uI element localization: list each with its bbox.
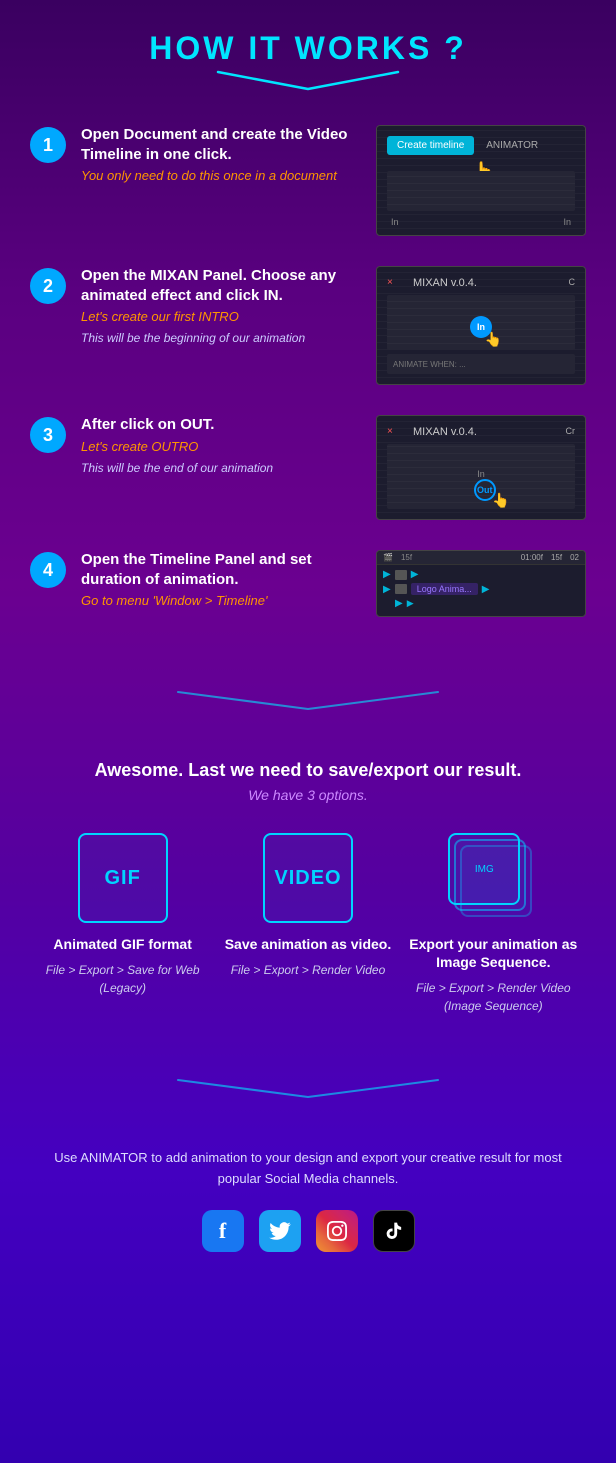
export-subtitle-text: We have 3 options. [30,787,586,803]
step-3-left: 3 After click on OUT. Let's create OUTRO… [30,415,361,476]
track-play-icon: ▶ [482,584,490,595]
gif-icon-text: GIF [104,867,140,890]
tiktok-icon[interactable] [373,1210,415,1252]
animator-btn-label[interactable]: ANIMATOR [480,136,544,155]
track-arrow-4: ▶ [395,598,403,609]
step-1: 1 Open Document and create the Video Tim… [30,125,586,236]
page-title: HOW IT WORKS ? [0,30,616,67]
step-1-number: 1 [30,127,66,163]
mixan-panel-title: MIXAN v.0.4. [397,273,493,293]
step-4-subtitle: Go to menu 'Window > Timeline' [81,593,361,608]
step-4-left: 4 Open the Timeline Panel and set durati… [30,550,361,614]
step-2-content: Open the MIXAN Panel. Choose any animate… [81,266,361,347]
step-4: 4 Open the Timeline Panel and set durati… [30,550,586,617]
step-3-title: After click on OUT. [81,415,361,435]
track-play-btn[interactable]: ▶ [407,598,414,609]
step-3-panel: × MIXAN v.0.4. Cr In Out 👆 [376,415,586,520]
instagram-icon[interactable] [316,1210,358,1252]
step-2-number: 2 [30,268,66,304]
video-icon-box: VIDEO [263,833,353,923]
video-option-path: File > Export > Render Video [231,961,386,979]
step-1-title: Open Document and create the Video Timel… [81,125,361,164]
in-label: In [477,469,485,479]
step-3-number: 3 [30,417,66,453]
step-4-content: Open the Timeline Panel and set duration… [81,550,361,614]
gif-option-title: Animated GIF format [53,935,191,953]
step-4-panel: 🎬 15f 01:00f 15f 02 ▶ ▶ ▶ Logo Ani [376,550,586,617]
timeline-track-row-1: ▶ ▶ [383,569,579,580]
step-2-desc: This will be the beginning of our animat… [81,330,361,347]
imgseq-icon-text: IMG [475,864,494,875]
export-options-container: GIF Animated GIF format File > Export > … [30,833,586,1015]
video-option-title: Save animation as video. [225,935,392,953]
step-3-desc: This will be the end of our animation [81,460,361,477]
footer-section: Use ANIMATOR to add animation to your de… [0,1128,616,1272]
track-label: Logo Anima... [411,583,478,595]
step-2-panel: × MIXAN v.0.4. C In 👆 ANIMATE WHEN: ... [376,266,586,385]
gif-option-path: File > Export > Save for Web (Legacy) [38,961,208,997]
bottom-divider [0,1055,616,1128]
bottom-chevron-icon [158,1075,458,1103]
timeline-track-area: ▶ ▶ ▶ Logo Anima... ▶ ▶ ▶ [377,565,585,616]
track-arrow-3: ▶ [383,584,391,595]
timeline-bar: 🎬 15f 01:00f 15f 02 [377,551,585,565]
export-option-video: VIDEO Save animation as video. File > Ex… [223,833,393,979]
step-4-title: Open the Timeline Panel and set duration… [81,550,361,589]
gif-icon-box: GIF [78,833,168,923]
step-3-subtitle: Let's create OUTRO [81,439,361,454]
track-icon-1 [395,570,407,580]
step-1-in-labels: InIn [383,215,579,229]
panel-close-icon-3[interactable]: × [387,426,393,437]
step-1-subtitle: You only need to do this once in a docum… [81,168,361,183]
export-section: Awesome. Last we need to save/export our… [0,740,616,1055]
export-option-imgseq: IMG Export your animation as Image Seque… [408,833,578,1015]
step-1-left: 1 Open Document and create the Video Tim… [30,125,361,189]
step-4-number: 4 [30,552,66,588]
social-icons-container: f [40,1210,576,1252]
timeline-track-row-2: ▶ Logo Anima... ▶ [383,583,579,595]
video-icon-text: VIDEO [274,867,341,890]
middle-divider [0,667,616,740]
track-icon-2 [395,584,407,594]
panel-close-icon[interactable]: × [387,277,393,288]
step-1-panel: Create timeline ANIMATOR 👆 InIn [376,125,586,236]
imgseq-option-path: File > Export > Render Video (Image Sequ… [408,979,578,1015]
imgseq-option-title: Export your animation as Image Sequence. [408,935,578,971]
header-section: HOW IT WORKS ? [0,0,616,105]
step-3: 3 After click on OUT. Let's create OUTRO… [30,415,586,520]
step-2: 2 Open the MIXAN Panel. Choose any anima… [30,266,586,385]
track-arrow-1: ▶ [383,569,391,580]
step-2-subtitle: Let's create our first INTRO [81,309,361,324]
track-arrow-2: ▶ [411,569,419,580]
steps-section: 1 Open Document and create the Video Tim… [0,105,616,667]
step-1-content: Open Document and create the Video Timel… [81,125,361,189]
mixan-panel-title-3: MIXAN v.0.4. [397,422,493,442]
mid-chevron-icon [158,687,458,715]
step-2-title: Open the MIXAN Panel. Choose any animate… [81,266,361,305]
twitter-icon[interactable] [259,1210,301,1252]
export-intro-text: Awesome. Last we need to save/export our… [30,760,586,781]
footer-text: Use ANIMATOR to add animation to your de… [40,1148,576,1190]
step-2-left: 2 Open the MIXAN Panel. Choose any anima… [30,266,361,347]
step-3-content: After click on OUT. Let's create OUTRO T… [81,415,361,476]
header-chevron-icon [208,67,408,95]
imgseq-icon-container: IMG [448,833,538,923]
timeline-track-row-3: ▶ ▶ [383,598,579,609]
create-timeline-btn[interactable]: Create timeline [387,136,474,155]
facebook-icon[interactable]: f [202,1210,244,1252]
export-option-gif: GIF Animated GIF format File > Export > … [38,833,208,997]
